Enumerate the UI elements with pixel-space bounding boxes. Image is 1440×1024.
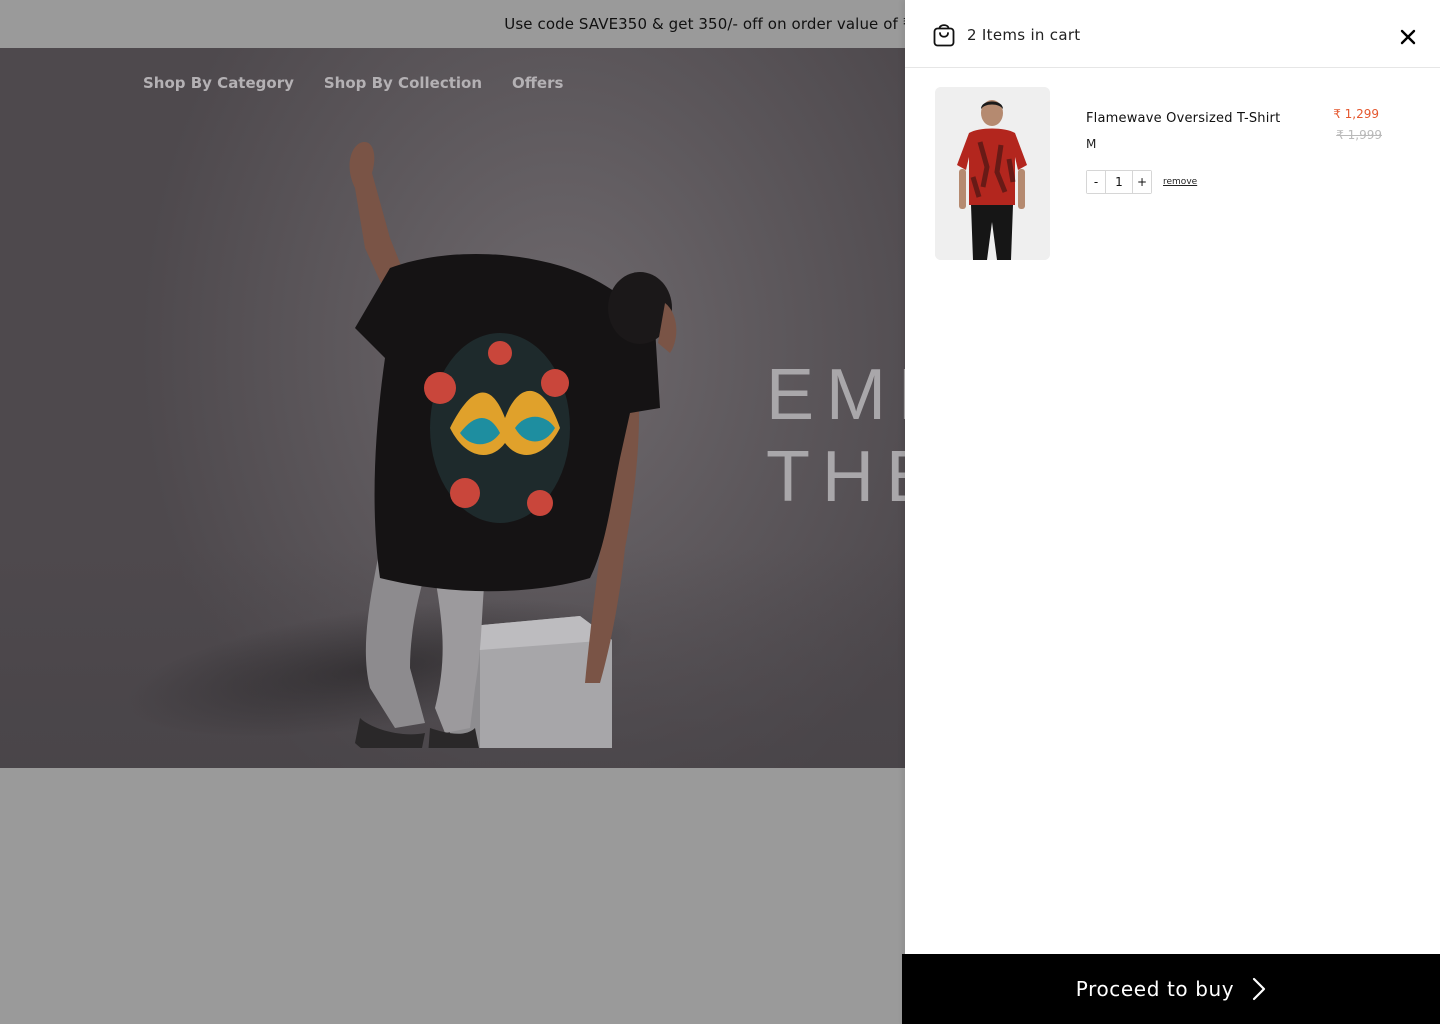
product-size: M: [1086, 137, 1097, 151]
quantity-input[interactable]: [1106, 171, 1132, 193]
cart-count: 2 Items in cart: [967, 26, 1081, 44]
product-name-link[interactable]: Flamewave Oversized T-Shirt: [1086, 111, 1280, 126]
hero-model-image: [349, 142, 677, 748]
cart-item: Flamewave Oversized T-Shirt M - + remove…: [935, 87, 1415, 262]
cart-drawer: 2 Items in cart Flamewave Oversized T-Sh…: [905, 0, 1440, 1024]
main-nav: Shop By Category Shop By Collection Offe…: [143, 74, 563, 92]
nav-offers[interactable]: Offers: [512, 74, 563, 92]
announcement-text: Use code SAVE350 & get 350/- off on orde…: [504, 15, 932, 33]
increment-quantity-button[interactable]: +: [1132, 171, 1151, 193]
remove-item-link[interactable]: remove: [1163, 177, 1197, 187]
close-cart-button[interactable]: [1398, 27, 1418, 47]
close-icon: [1400, 29, 1416, 45]
nav-shop-by-category[interactable]: Shop By Category: [143, 74, 294, 92]
chevron-right-icon: [1253, 977, 1266, 1001]
product-image: [935, 87, 1050, 260]
product-thumbnail[interactable]: [935, 87, 1050, 260]
proceed-to-buy-button[interactable]: Proceed to buy: [902, 954, 1440, 1024]
decrement-quantity-button[interactable]: -: [1087, 171, 1106, 193]
nav-shop-by-collection[interactable]: Shop By Collection: [324, 74, 482, 92]
original-price: ₹ 1,999: [1336, 128, 1382, 142]
proceed-to-buy-label: Proceed to buy: [1075, 977, 1235, 1001]
cart-header: 2 Items in cart: [905, 0, 1440, 68]
sale-price: ₹ 1,299: [1333, 107, 1379, 121]
shopping-bag-icon: [933, 24, 955, 47]
quantity-stepper: - +: [1086, 170, 1152, 194]
